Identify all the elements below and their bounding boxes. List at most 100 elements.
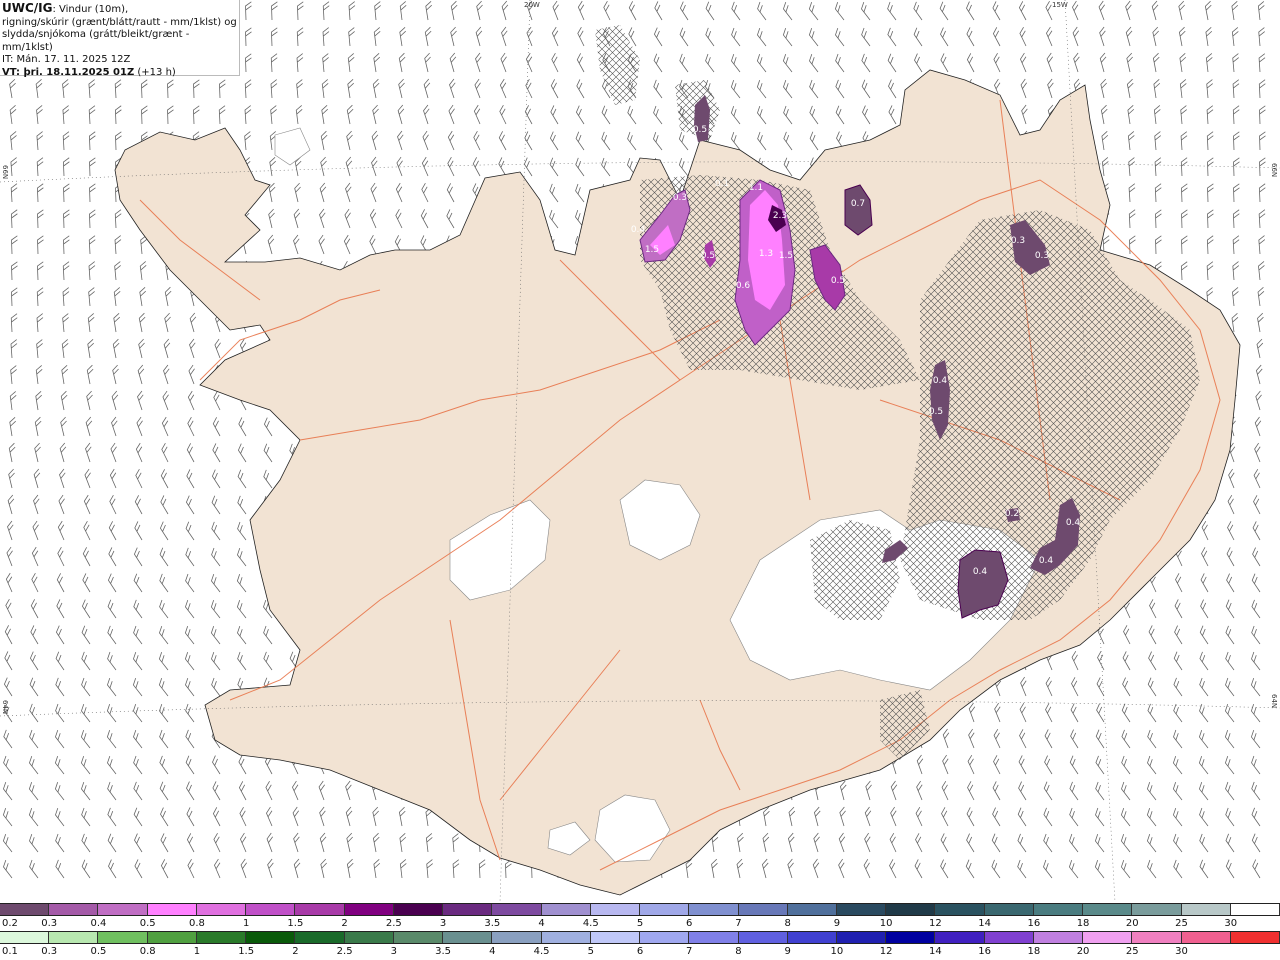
rain-scale-tick-label: 0.5 xyxy=(90,946,107,957)
snow-scale-swatch xyxy=(1083,904,1133,915)
snow-scale-swatch xyxy=(1033,904,1084,915)
product-title: UWC/IG xyxy=(2,1,53,15)
precip-value-label: 0.1 xyxy=(715,179,729,189)
precip-value-label: 0.7 xyxy=(851,199,865,209)
snow-scale-swatch xyxy=(787,904,837,915)
snow-scale-swatch xyxy=(0,904,50,915)
rain-scale-swatch xyxy=(640,932,690,943)
rain-scale-swatch xyxy=(738,932,788,943)
snow-scale-tick-label: 14 xyxy=(978,918,991,929)
rain-scale-swatch xyxy=(295,932,345,943)
rain-scale-swatch xyxy=(0,932,50,943)
snow-scale-swatch xyxy=(984,904,1034,915)
snow-scale-swatch xyxy=(640,904,690,915)
rain-scale-swatch xyxy=(1033,932,1084,943)
snow-scale-tick-label: 3.5 xyxy=(484,918,501,929)
snow-scale-tick-label: 0.2 xyxy=(2,918,18,929)
snow-scale-tick-label: 9 xyxy=(833,918,841,929)
snow-scale-tick-label: 0.5 xyxy=(139,918,156,929)
rain-scale-swatch xyxy=(836,932,887,943)
precip-value-label: 1.5 xyxy=(779,251,793,261)
snow-scale-tick-label: 0.3 xyxy=(41,918,58,929)
weather-map: 0.5 0.3 0.4 1.5 0.1 1.1 2.3 0.7 0.3 0.3 1.3 1.5 0.5 0… xyxy=(0,0,1280,902)
snow-scale-swatch xyxy=(689,904,739,915)
map-info-box: UWC/IG: Vindur (10m), rigning/skúrir (gr… xyxy=(0,0,240,78)
precip-value-label: 0.5 xyxy=(693,125,707,135)
snow-scale-tick-label: 3 xyxy=(439,918,447,929)
rain-scale-tick-label: 12 xyxy=(879,946,893,957)
snow-scale-tick-label: 30 xyxy=(1224,918,1238,929)
snow-scale-swatch xyxy=(443,904,493,915)
precip-value-label: 0.3 xyxy=(1035,251,1049,261)
snow-scale-swatch xyxy=(1230,904,1280,915)
rain-scale-swatch xyxy=(196,932,247,943)
precip-value-label: 0.4 xyxy=(1039,556,1054,566)
rain-scale-tick-label: 0.3 xyxy=(41,946,58,957)
precip-value-label: 0.6 xyxy=(736,281,751,291)
rain-scale-swatch xyxy=(1181,932,1231,943)
snow-scale-tick-label: 20 xyxy=(1125,918,1139,929)
rain-colorbar xyxy=(0,931,1280,944)
lat-label-64n-left: 64N xyxy=(1,700,9,715)
precip-value-label: 1.1 xyxy=(749,183,763,193)
rain-description: rigning/skúrir (grænt/blátt/rautt - mm/1… xyxy=(2,16,237,28)
snow-colorbar xyxy=(0,903,1280,916)
rain-scale-swatch xyxy=(98,932,148,943)
rain-scale-swatch xyxy=(1083,932,1133,943)
precip-value-label: 0.5 xyxy=(701,251,715,261)
rain-scale-tick-label: 2.5 xyxy=(336,946,353,957)
rain-scale-tick-label: 4.5 xyxy=(533,946,550,957)
lat-label-66n-right: 66N xyxy=(1270,163,1278,178)
precip-value-label: 0.3 xyxy=(673,193,687,203)
rain-scale-tick-label: 18 xyxy=(1027,946,1041,957)
snow-scale-swatch xyxy=(935,904,985,915)
rain-scale-tick-label: 1 xyxy=(193,946,201,957)
rain-scale-swatch xyxy=(935,932,985,943)
snow-scale-tick-label: 18 xyxy=(1076,918,1090,929)
rain-scale-tick-label: 0.1 xyxy=(2,946,18,957)
precip-value-label: 2.3 xyxy=(773,211,787,221)
rain-scale-tick-label: 0.8 xyxy=(139,946,156,957)
snow-scale-tick-label: 1 xyxy=(242,918,250,929)
snow-scale-swatch xyxy=(836,904,887,915)
precip-value-label: 0.4 xyxy=(1066,518,1081,528)
rain-scale-swatch xyxy=(1230,932,1280,943)
precip-value-label: 0.5 xyxy=(929,407,943,417)
rain-scale-tick-label: 14 xyxy=(929,946,942,957)
rain-scale-swatch xyxy=(492,932,542,943)
lat-label-66n-left: 66N xyxy=(1,165,9,180)
precip-value-label: 0.4 xyxy=(973,567,988,577)
rain-scale-tick-label: 3.5 xyxy=(435,946,452,957)
rain-scale-swatch xyxy=(590,932,641,943)
precip-value-label: 0.5 xyxy=(831,276,845,286)
snow-scale-swatch xyxy=(1181,904,1231,915)
snow-scale-tick-label: 1.5 xyxy=(287,918,304,929)
rain-scale-tick-label: 4 xyxy=(489,946,496,957)
rain-scale-tick-label: 25 xyxy=(1125,946,1139,957)
snow-scale-swatch xyxy=(147,904,197,915)
rain-scale-swatch xyxy=(147,932,197,943)
precip-value-label: 0.2 xyxy=(1005,509,1019,519)
rain-scale-tick-label: 9 xyxy=(784,946,791,957)
snow-scale-tick-label: 16 xyxy=(1027,918,1041,929)
snow-scale-tick-label: 10 xyxy=(879,918,893,929)
rain-scale-tick-label: 30 xyxy=(1175,946,1188,957)
rain-colorbar-labels: 0.1 0.3 0.5 0.8 1 1.5 2 2.5 3 3.5 4 4.5 5 6 7 8 9 10 12 14 1… xyxy=(0,946,1280,958)
rain-scale-tick-label: 7 xyxy=(686,946,693,957)
snow-scale-tick-label: 2.5 xyxy=(385,918,402,929)
rain-scale-tick-label: 10 xyxy=(830,946,844,957)
snow-description: slydda/snjókoma (grátt/bleikt/grænt - mm… xyxy=(2,29,190,53)
snow-scale-swatch xyxy=(393,904,444,915)
lat-label-64n-right: 64N xyxy=(1270,694,1278,709)
precip-value-label: 1.5 xyxy=(645,245,659,255)
initial-time: IT: Mán. 17. 11. 2025 12Z xyxy=(2,54,131,65)
snow-scale-tick-label: 4.5 xyxy=(582,918,599,929)
rain-scale-swatch xyxy=(541,932,591,943)
snow-scale-tick-label: 8 xyxy=(784,918,791,929)
product-subtitle: : Vindur (10m), xyxy=(52,4,129,15)
snow-scale-tick-label: 12 xyxy=(929,918,942,929)
snow-scale-tick-label: 25 xyxy=(1175,918,1188,929)
rain-scale-swatch xyxy=(49,932,99,943)
rain-scale-swatch xyxy=(1132,932,1182,943)
valid-time: VT: þri. 18.11.2025 01Z xyxy=(2,66,135,78)
